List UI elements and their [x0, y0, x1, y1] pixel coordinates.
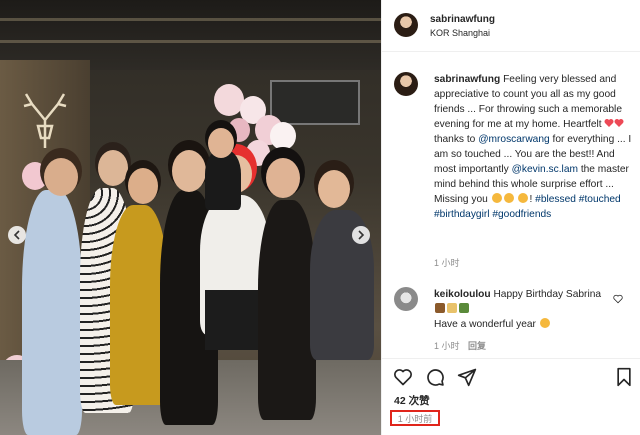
red-heart-icon	[614, 119, 624, 127]
person-head	[172, 150, 206, 192]
person-head	[208, 128, 234, 158]
post-side-panel: sabrinawfung KOR Shanghai sabrinawfung F…	[381, 0, 640, 435]
grinning-face-emoji-icon	[539, 318, 550, 328]
post-location[interactable]: KOR Shanghai	[430, 28, 490, 38]
bookmark-icon[interactable]	[614, 367, 634, 387]
paper-plane-icon[interactable]	[457, 367, 477, 387]
balloon	[246, 140, 270, 166]
post-actions: 42 次赞 1 小时前	[382, 358, 640, 435]
caption-username[interactable]: sabrinawfung	[434, 74, 500, 85]
person-head	[44, 158, 78, 196]
commenter-username[interactable]: keikoloulou	[434, 289, 491, 300]
post-author-username[interactable]: sabrinawfung	[430, 14, 495, 25]
caption-avatar[interactable]	[394, 72, 418, 96]
likes-count[interactable]: 42 次赞	[394, 393, 430, 408]
heart-outline-icon[interactable]	[393, 367, 413, 387]
stag-logo-icon	[23, 93, 67, 148]
comment-like-heart-icon[interactable]	[613, 294, 623, 304]
smiling-face-hearts-emoji-icon	[503, 193, 514, 203]
post-caption: sabrinawfung Feeling very blessed and ap…	[434, 72, 634, 222]
person-skirt	[205, 290, 265, 350]
caption-text: thanks to	[434, 134, 476, 145]
mention-link[interactable]: @mroscarwang	[478, 134, 550, 145]
person	[258, 200, 316, 420]
mention-link[interactable]: @kevin.sc.lam	[512, 164, 578, 175]
commenter-avatar[interactable]	[394, 287, 418, 311]
caption-text: !	[529, 194, 533, 205]
chevron-left-icon	[13, 230, 20, 240]
caption-time[interactable]: 1 小时	[434, 256, 460, 269]
person-head	[128, 168, 158, 204]
comment-time[interactable]: 1 小时	[434, 339, 460, 352]
next-photo-button[interactable]	[352, 226, 370, 244]
avatar[interactable]	[394, 13, 418, 37]
comment-text: Happy Birthday Sabrina	[493, 289, 602, 300]
person	[205, 150, 241, 210]
previous-photo-button[interactable]	[8, 226, 26, 244]
comment-icon[interactable]	[425, 367, 445, 387]
person-head	[98, 150, 128, 186]
champagne-emoji-icon	[447, 303, 457, 313]
photo-light-stripe	[0, 18, 381, 21]
post-photo[interactable]	[0, 0, 381, 435]
hashtag-link[interactable]: #birthdaygirl	[434, 209, 490, 220]
bottle-emoji-icon	[459, 303, 469, 313]
person-head	[318, 170, 350, 208]
red-heart-icon	[604, 119, 614, 127]
post-header: sabrinawfung KOR Shanghai	[382, 0, 640, 52]
reply-button[interactable]: 回复	[468, 339, 486, 352]
photo-light-stripe	[0, 40, 381, 43]
smiling-face-hearts-emoji-icon	[491, 193, 502, 203]
cake-emoji-icon	[435, 303, 445, 313]
hashtag-link[interactable]: #blessed	[535, 194, 576, 205]
person	[22, 190, 82, 435]
hashtag-link[interactable]: #goodfriends	[492, 209, 551, 220]
smiling-face-hearts-emoji-icon	[518, 193, 529, 203]
instagram-post: sabrinawfung KOR Shanghai sabrinawfung F…	[0, 0, 640, 435]
photo-window	[270, 80, 360, 125]
comment: keikoloulou Happy Birthday Sabrina Have …	[434, 287, 614, 332]
comment-text: Have a wonderful year	[434, 319, 536, 330]
hashtag-link[interactable]: #touched	[579, 194, 621, 205]
post-timestamp[interactable]: 1 小时前	[390, 410, 440, 426]
chevron-right-icon	[358, 230, 365, 240]
person-head	[266, 158, 300, 198]
balloon	[270, 122, 296, 150]
